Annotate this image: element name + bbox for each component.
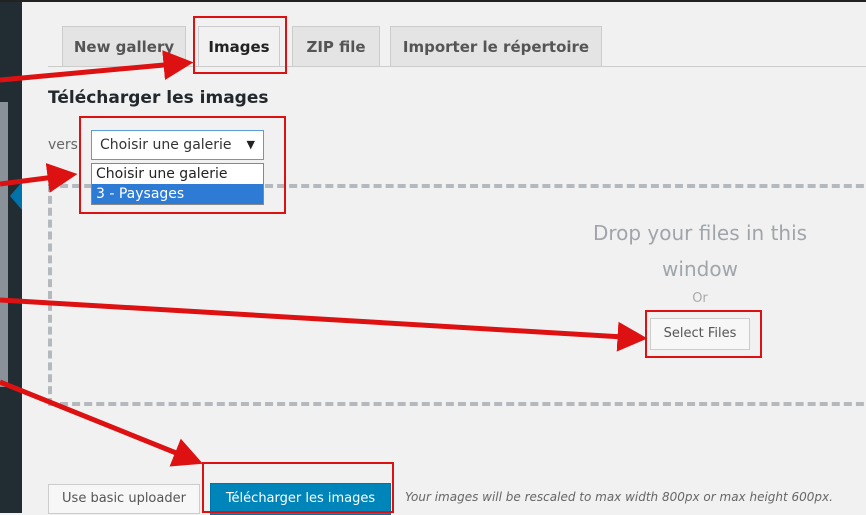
tab-divider [48, 66, 866, 67]
drop-message: Drop your files in this window [560, 215, 840, 287]
tab-zip-file[interactable]: ZIP file [292, 26, 380, 66]
drop-message-line1: Drop your files in this [592, 221, 808, 245]
drop-message-line2: window [662, 257, 738, 281]
annotation-box-upload-button [202, 462, 394, 513]
window-top-border [0, 0, 866, 2]
annotation-box-select-files [645, 310, 762, 358]
admin-sidebar [0, 2, 22, 513]
annotation-box-gallery-select [79, 116, 286, 214]
current-menu-indicator-icon [10, 182, 22, 210]
gallery-select-label: vers [48, 137, 78, 153]
basic-uploader-button[interactable]: Use basic uploader [48, 484, 200, 514]
annotation-box-images-tab [193, 16, 287, 74]
or-separator: Or [692, 291, 708, 306]
tab-new-gallery[interactable]: New gallery [62, 26, 186, 66]
tab-importer-repertoire[interactable]: Importer le répertoire [390, 26, 602, 66]
section-heading: Télécharger les images [48, 88, 269, 108]
admin-sidebar-strip [0, 102, 8, 387]
rescale-note: Your images will be rescaled to max widt… [405, 490, 833, 504]
